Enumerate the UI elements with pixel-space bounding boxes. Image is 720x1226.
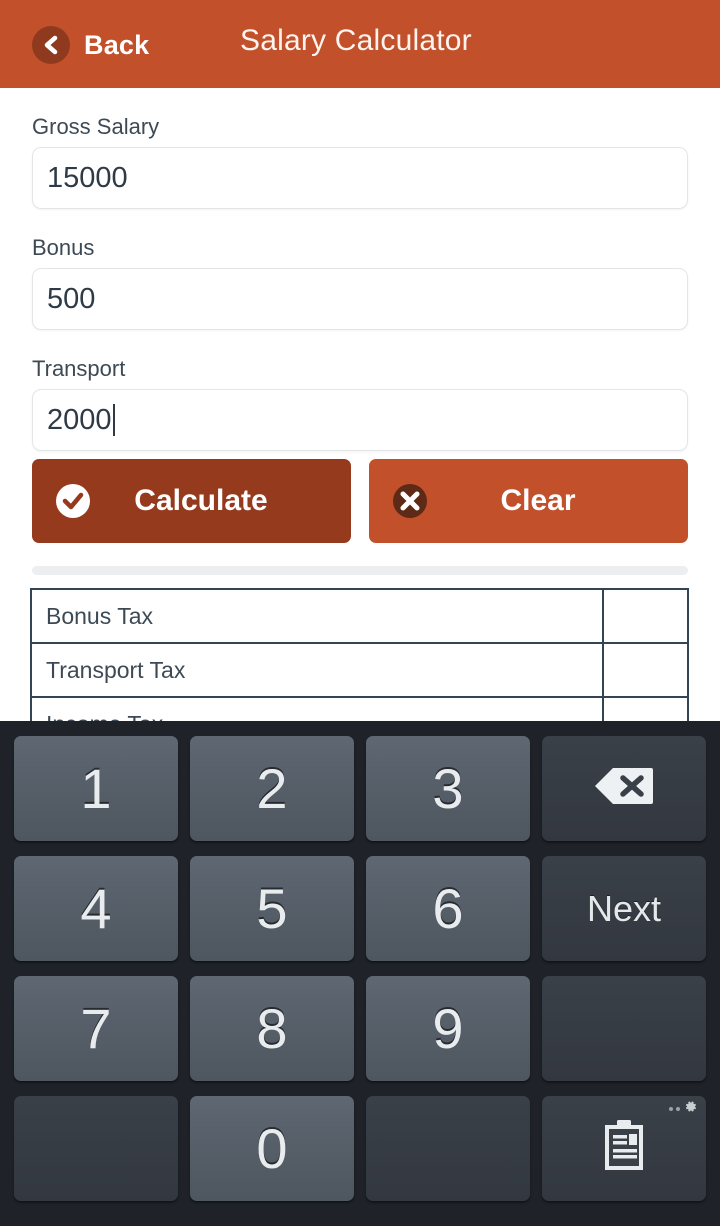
key-9[interactable]: 9 [366, 976, 530, 1081]
key-2[interactable]: 2 [190, 736, 354, 841]
key-label: Next [586, 887, 662, 929]
result-label: Transport Tax [32, 644, 604, 696]
bonus-value: 500 [47, 282, 96, 315]
key-label: 1 [80, 756, 112, 820]
table-row: Bonus Tax [32, 590, 687, 644]
check-circle-icon [53, 481, 93, 521]
backspace-icon [593, 765, 655, 812]
key-label: 5 [256, 876, 288, 940]
clear-button[interactable]: Clear [369, 459, 688, 543]
gross-salary-value: 15000 [47, 161, 128, 194]
calculate-button-label: Calculate [134, 484, 268, 517]
bonus-input[interactable]: 500 [32, 268, 688, 330]
key-1[interactable]: 1 [14, 736, 178, 841]
key-label: 4 [80, 876, 112, 940]
key-label: 3 [432, 756, 464, 820]
action-buttons: Calculate Clear [32, 459, 688, 543]
result-value [604, 644, 687, 696]
backspace-key[interactable] [542, 736, 706, 841]
key-8[interactable]: 8 [190, 976, 354, 1081]
key-4[interactable]: 4 [14, 856, 178, 961]
clipboard-key[interactable] [542, 1096, 706, 1201]
app-root: Back Salary Calculator Gross Salary 1500… [0, 0, 720, 1226]
divider-bar [32, 566, 688, 575]
key-5[interactable]: 5 [190, 856, 354, 961]
result-value [604, 590, 687, 642]
bonus-label: Bonus [32, 235, 95, 260]
blank-key[interactable] [366, 1096, 530, 1201]
numeric-keyboard: 1 2 3 4 5 6 Next 7 8 9 0 [0, 721, 720, 1226]
clipboard-icon [601, 1119, 647, 1178]
transport-input[interactable]: 2000 [32, 389, 688, 451]
keyboard-row: 1 2 3 [8, 729, 712, 849]
keyboard-row: 0 [8, 1089, 712, 1209]
dot-icon [669, 1107, 673, 1111]
result-label: Bonus Tax [32, 590, 604, 642]
key-3[interactable]: 3 [366, 736, 530, 841]
transport-value: 2000 [47, 403, 112, 436]
key-0[interactable]: 0 [190, 1096, 354, 1201]
key-label: 0 [256, 1116, 288, 1180]
blank-key[interactable] [14, 1096, 178, 1201]
salary-form: Gross Salary 15000 Bonus 500 Transport 2… [0, 88, 720, 451]
table-row: Transport Tax [32, 644, 687, 698]
key-6[interactable]: 6 [366, 856, 530, 961]
app-header: Back Salary Calculator [0, 0, 720, 88]
chevron-left-icon [32, 26, 70, 64]
key-label: 6 [432, 876, 464, 940]
key-label: 9 [432, 996, 464, 1060]
text-caret [112, 404, 115, 436]
key-label: 7 [80, 996, 112, 1060]
gross-salary-input[interactable]: 15000 [32, 147, 688, 209]
dot-icon [676, 1107, 680, 1111]
settings-badge[interactable] [669, 1099, 698, 1119]
clear-button-label: Clear [500, 484, 576, 517]
gross-salary-label: Gross Salary [32, 114, 160, 139]
gear-icon [683, 1099, 698, 1119]
x-circle-icon [390, 481, 430, 521]
page-title: Salary Calculator [240, 24, 472, 57]
keyboard-row: 4 5 6 Next [8, 849, 712, 969]
key-label: 8 [256, 996, 288, 1060]
calculate-button[interactable]: Calculate [32, 459, 351, 543]
keyboard-row: 7 8 9 [8, 969, 712, 1089]
key-7[interactable]: 7 [14, 976, 178, 1081]
next-key[interactable]: Next [542, 856, 706, 961]
transport-label: Transport [32, 356, 126, 381]
key-label: 2 [256, 756, 288, 820]
blank-key[interactable] [542, 976, 706, 1081]
back-button[interactable]: Back [32, 26, 149, 64]
back-button-label: Back [84, 29, 150, 60]
